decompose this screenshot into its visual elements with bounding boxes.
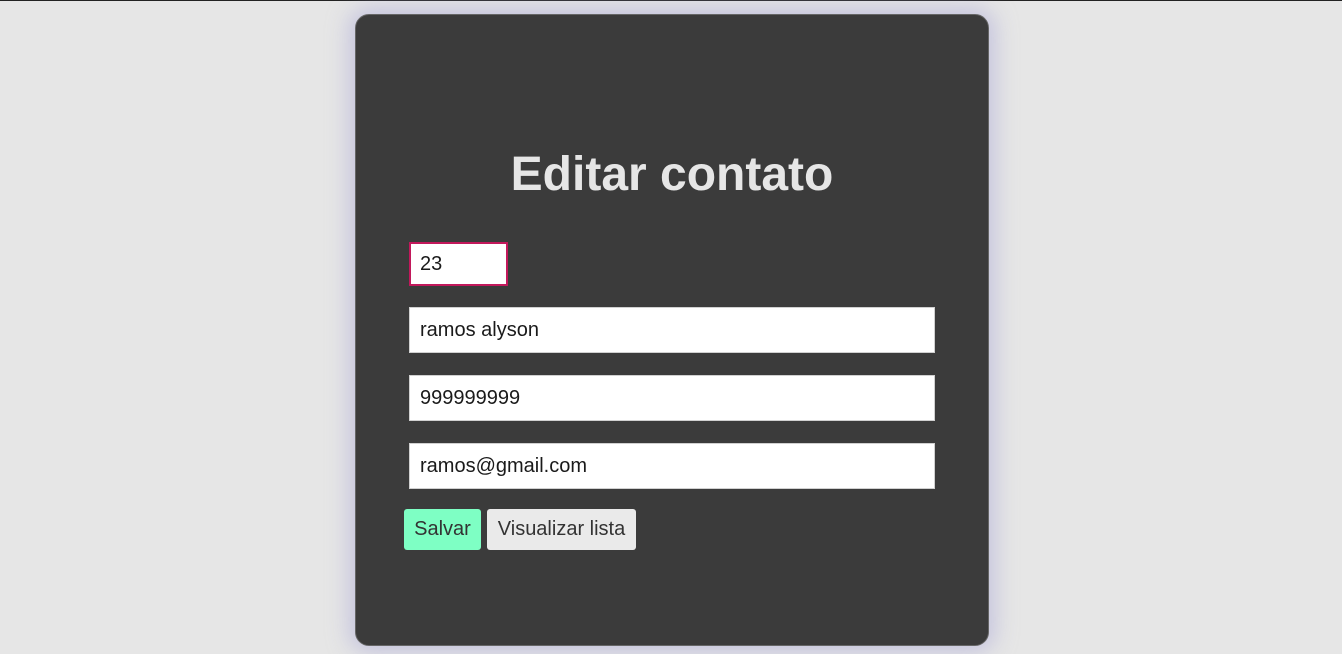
page-title: Editar contato (510, 148, 834, 201)
name-field[interactable] (409, 307, 935, 353)
save-button[interactable]: Salvar (404, 509, 481, 550)
phone-field[interactable] (409, 375, 935, 421)
email-field[interactable] (409, 443, 935, 489)
view-list-button[interactable]: Visualizar lista (487, 509, 636, 550)
top-border-line (0, 0, 1342, 1)
edit-contact-card: Editar contato Salvar Visualizar lista (355, 14, 989, 646)
contact-id-field[interactable] (409, 242, 508, 286)
